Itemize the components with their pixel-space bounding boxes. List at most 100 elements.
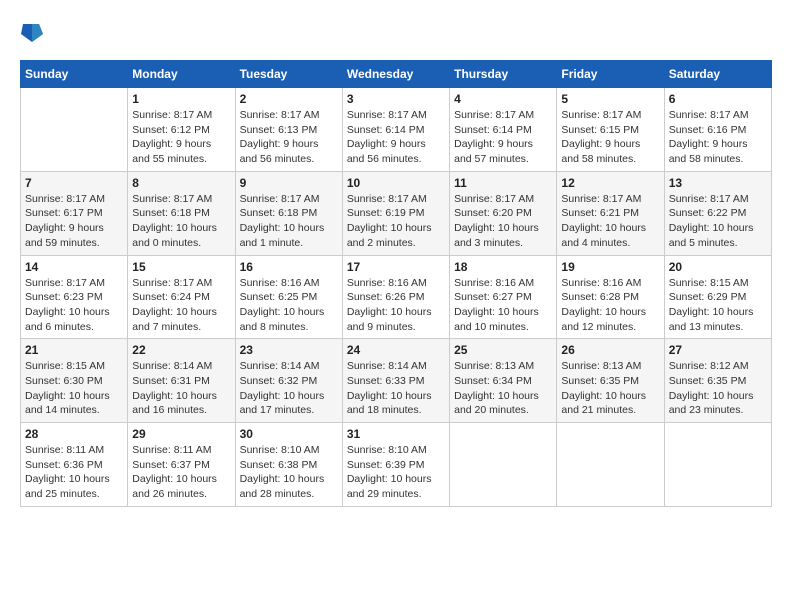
day-cell: 22Sunrise: 8:14 AMSunset: 6:31 PMDayligh… — [128, 339, 235, 423]
day-number: 6 — [669, 92, 767, 106]
day-number: 21 — [25, 343, 123, 357]
col-tuesday: Tuesday — [235, 61, 342, 88]
day-info: Sunrise: 8:10 AMSunset: 6:38 PMDaylight:… — [240, 443, 338, 502]
calendar-body: 1Sunrise: 8:17 AMSunset: 6:12 PMDaylight… — [21, 88, 772, 507]
day-number: 17 — [347, 260, 445, 274]
day-cell: 7 Sunrise: 8:17 AMSunset: 6:17 PMDaylight… — [21, 171, 128, 255]
col-sunday: Sunday — [21, 61, 128, 88]
day-info: Sunrise: 8:10 AMSunset: 6:39 PMDaylight:… — [347, 443, 445, 502]
day-number: 19 — [561, 260, 659, 274]
day-info: Sunrise: 8:16 AMSunset: 6:27 PMDaylight:… — [454, 276, 552, 335]
day-number: 8 — [132, 176, 230, 190]
day-cell: 12 Sunrise: 8:17 AMSunset: 6:21 PMDayligh… — [557, 171, 664, 255]
day-info: Sunrise: 8:11 AMSunset: 6:36 PMDaylight:… — [25, 443, 123, 502]
day-cell: 18 Sunrise: 8:16 AMSunset: 6:27 PMDayligh… — [450, 255, 557, 339]
day-number: 31 — [347, 427, 445, 441]
day-number: 29 — [132, 427, 230, 441]
day-number: 12 — [561, 176, 659, 190]
day-cell: 17 Sunrise: 8:16 AMSunset: 6:26 PMDayligh… — [342, 255, 449, 339]
week-row-2: 14 Sunrise: 8:17 AMSunset: 6:23 PMDayligh… — [21, 255, 772, 339]
day-info: Sunrise: 8:12 AMSunset: 6:35 PMDaylight:… — [669, 359, 767, 418]
day-number: 18 — [454, 260, 552, 274]
day-number: 26 — [561, 343, 659, 357]
day-number: 27 — [669, 343, 767, 357]
day-cell: 8 Sunrise: 8:17 AMSunset: 6:18 PMDaylight… — [128, 171, 235, 255]
day-info: Sunrise: 8:15 AMSunset: 6:29 PMDaylight:… — [669, 276, 767, 335]
day-number: 9 — [240, 176, 338, 190]
day-info: Sunrise: 8:11 AMSunset: 6:37 PMDaylight:… — [132, 443, 230, 502]
day-info: Sunrise: 8:17 AMSunset: 6:13 PMDaylight:… — [240, 108, 338, 167]
day-cell: 25Sunrise: 8:13 AMSunset: 6:34 PMDayligh… — [450, 339, 557, 423]
day-cell: 10Sunrise: 8:17 AMSunset: 6:19 PMDayligh… — [342, 171, 449, 255]
day-cell — [664, 423, 771, 507]
day-info: Sunrise: 8:17 AMSunset: 6:16 PMDaylight:… — [669, 108, 767, 167]
day-number: 14 — [25, 260, 123, 274]
day-cell: 11Sunrise: 8:17 AMSunset: 6:20 PMDayligh… — [450, 171, 557, 255]
day-cell: 14 Sunrise: 8:17 AMSunset: 6:23 PMDayligh… — [21, 255, 128, 339]
logo-icon — [21, 20, 43, 44]
day-info: Sunrise: 8:17 AMSunset: 6:22 PMDaylight:… — [669, 192, 767, 251]
day-cell — [21, 88, 128, 172]
day-number: 25 — [454, 343, 552, 357]
day-cell: 21 Sunrise: 8:15 AMSunset: 6:30 PMDayligh… — [21, 339, 128, 423]
day-info: Sunrise: 8:17 AMSunset: 6:14 PMDaylight:… — [347, 108, 445, 167]
calendar-table: Sunday Monday Tuesday Wednesday Thursday… — [20, 60, 772, 507]
day-cell: 28 Sunrise: 8:11 AMSunset: 6:36 PMDayligh… — [21, 423, 128, 507]
day-info: Sunrise: 8:17 AMSunset: 6:18 PMDaylight:… — [240, 192, 338, 251]
day-number: 30 — [240, 427, 338, 441]
day-info: Sunrise: 8:17 AMSunset: 6:20 PMDaylight:… — [454, 192, 552, 251]
week-row-4: 28 Sunrise: 8:11 AMSunset: 6:36 PMDayligh… — [21, 423, 772, 507]
week-row-3: 21 Sunrise: 8:15 AMSunset: 6:30 PMDayligh… — [21, 339, 772, 423]
col-saturday: Saturday — [664, 61, 771, 88]
day-info: Sunrise: 8:16 AMSunset: 6:26 PMDaylight:… — [347, 276, 445, 335]
logo — [20, 20, 44, 44]
day-cell: 2 Sunrise: 8:17 AMSunset: 6:13 PMDaylight… — [235, 88, 342, 172]
day-cell: 29 Sunrise: 8:11 AMSunset: 6:37 PMDayligh… — [128, 423, 235, 507]
day-number: 2 — [240, 92, 338, 106]
day-info: Sunrise: 8:17 AMSunset: 6:14 PMDaylight:… — [454, 108, 552, 167]
day-number: 24 — [347, 343, 445, 357]
day-cell: 6 Sunrise: 8:17 AMSunset: 6:16 PMDaylight… — [664, 88, 771, 172]
day-cell: 16Sunrise: 8:16 AMSunset: 6:25 PMDayligh… — [235, 255, 342, 339]
day-cell: 19 Sunrise: 8:16 AMSunset: 6:28 PMDayligh… — [557, 255, 664, 339]
day-cell: 5Sunrise: 8:17 AMSunset: 6:15 PMDaylight… — [557, 88, 664, 172]
day-info: Sunrise: 8:17 AMSunset: 6:24 PMDaylight:… — [132, 276, 230, 335]
col-wednesday: Wednesday — [342, 61, 449, 88]
col-friday: Friday — [557, 61, 664, 88]
day-info: Sunrise: 8:14 AMSunset: 6:32 PMDaylight:… — [240, 359, 338, 418]
day-number: 4 — [454, 92, 552, 106]
day-cell: 23Sunrise: 8:14 AMSunset: 6:32 PMDayligh… — [235, 339, 342, 423]
day-cell: 27 Sunrise: 8:12 AMSunset: 6:35 PMDayligh… — [664, 339, 771, 423]
day-info: Sunrise: 8:17 AMSunset: 6:21 PMDaylight:… — [561, 192, 659, 251]
page-header — [20, 20, 772, 44]
col-monday: Monday — [128, 61, 235, 88]
day-info: Sunrise: 8:17 AMSunset: 6:23 PMDaylight:… — [25, 276, 123, 335]
day-cell: 30 Sunrise: 8:10 AMSunset: 6:38 PMDayligh… — [235, 423, 342, 507]
day-info: Sunrise: 8:14 AMSunset: 6:31 PMDaylight:… — [132, 359, 230, 418]
col-thursday: Thursday — [450, 61, 557, 88]
day-cell: 15 Sunrise: 8:17 AMSunset: 6:24 PMDayligh… — [128, 255, 235, 339]
day-number: 13 — [669, 176, 767, 190]
day-info: Sunrise: 8:14 AMSunset: 6:33 PMDaylight:… — [347, 359, 445, 418]
day-cell: 13 Sunrise: 8:17 AMSunset: 6:22 PMDayligh… — [664, 171, 771, 255]
day-cell: 3Sunrise: 8:17 AMSunset: 6:14 PMDaylight… — [342, 88, 449, 172]
day-number: 20 — [669, 260, 767, 274]
day-number: 15 — [132, 260, 230, 274]
day-info: Sunrise: 8:17 AMSunset: 6:17 PMDaylight:… — [25, 192, 123, 251]
header-row: Sunday Monday Tuesday Wednesday Thursday… — [21, 61, 772, 88]
day-info: Sunrise: 8:16 AMSunset: 6:28 PMDaylight:… — [561, 276, 659, 335]
day-info: Sunrise: 8:13 AMSunset: 6:35 PMDaylight:… — [561, 359, 659, 418]
day-number: 28 — [25, 427, 123, 441]
day-info: Sunrise: 8:17 AMSunset: 6:18 PMDaylight:… — [132, 192, 230, 251]
day-info: Sunrise: 8:15 AMSunset: 6:30 PMDaylight:… — [25, 359, 123, 418]
week-row-1: 7 Sunrise: 8:17 AMSunset: 6:17 PMDaylight… — [21, 171, 772, 255]
day-cell: 4 Sunrise: 8:17 AMSunset: 6:14 PMDaylight… — [450, 88, 557, 172]
day-cell — [557, 423, 664, 507]
week-row-0: 1Sunrise: 8:17 AMSunset: 6:12 PMDaylight… — [21, 88, 772, 172]
day-cell — [450, 423, 557, 507]
day-cell: 20 Sunrise: 8:15 AMSunset: 6:29 PMDayligh… — [664, 255, 771, 339]
day-cell: 26 Sunrise: 8:13 AMSunset: 6:35 PMDayligh… — [557, 339, 664, 423]
day-info: Sunrise: 8:17 AMSunset: 6:19 PMDaylight:… — [347, 192, 445, 251]
day-cell: 1Sunrise: 8:17 AMSunset: 6:12 PMDaylight… — [128, 88, 235, 172]
day-number: 7 — [25, 176, 123, 190]
